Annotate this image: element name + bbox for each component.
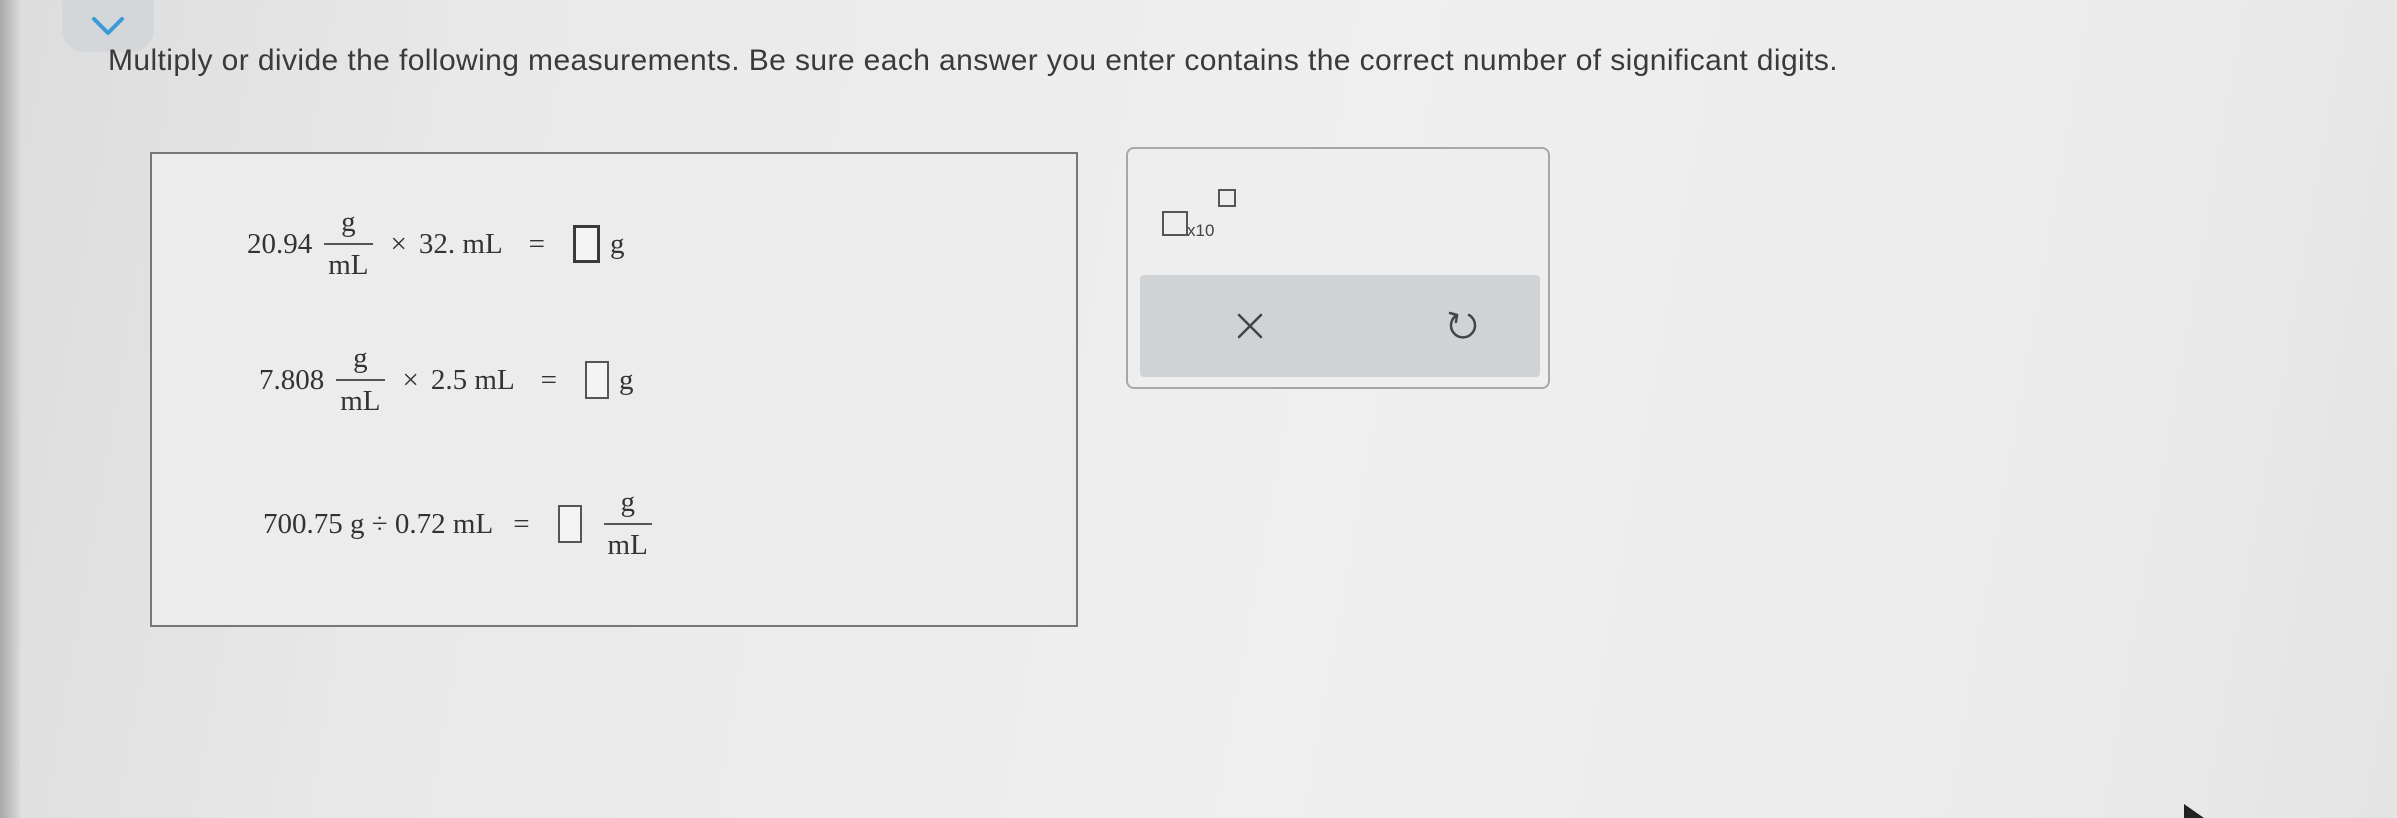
undo-button[interactable] <box>1438 301 1488 351</box>
undo-icon <box>1448 311 1477 339</box>
chevron-down-icon <box>92 17 124 35</box>
problem-2-equals: = <box>540 363 558 396</box>
problem-row-2: 7.808 g mL × 2.5 mL = g <box>259 324 634 436</box>
problem-1-unit-denominator: mL <box>324 243 373 282</box>
close-icon <box>1237 313 1263 339</box>
instruction-text: Multiply or divide the following measure… <box>108 44 1838 77</box>
problem-1-answer-unit: g <box>610 227 625 260</box>
clear-button[interactable] <box>1225 301 1275 351</box>
problem-2-unit-fraction: g mL <box>336 342 385 418</box>
problem-box: 20.94 g mL × 32. mL = g 7.808 g mL × 2.5… <box>150 152 1078 627</box>
problem-2-operator: × <box>402 363 419 396</box>
problem-row-1: 20.94 g mL × 32. mL = g <box>247 188 625 300</box>
problem-1-value: 20.94 <box>247 227 313 260</box>
problem-3-equals: = <box>513 507 530 540</box>
left-edge <box>0 0 20 818</box>
problem-3-answer-input[interactable] <box>557 505 582 543</box>
math-tool-panel: x10 <box>1126 147 1550 389</box>
problem-1-equals: = <box>528 227 546 260</box>
sci-exponent-box <box>1218 189 1236 207</box>
problem-2-unit-numerator: g <box>353 342 368 374</box>
sci-x10-label: x10 <box>1187 221 1215 240</box>
problem-1-unit-fraction: g mL <box>324 206 373 282</box>
problem-3-answer-unit-numerator: g <box>620 486 635 518</box>
problem-3-answer-unit-fraction: g mL <box>603 486 652 562</box>
problem-2-answer-input[interactable] <box>585 361 610 399</box>
scientific-notation-button[interactable]: x10 <box>1162 189 1242 240</box>
problem-2-answer-unit: g <box>619 363 634 396</box>
problem-3-answer-unit-denominator: mL <box>603 523 652 562</box>
problem-row-3: 700.75 g ÷ 0.72 mL = g mL <box>263 464 664 584</box>
problem-1-answer-input[interactable] <box>573 225 601 263</box>
problem-2-operand: 2.5 mL <box>430 363 515 396</box>
action-bar <box>1140 275 1540 377</box>
sci-base-box <box>1162 211 1188 236</box>
problem-1-operator: × <box>390 227 407 260</box>
problem-1-unit-numerator: g <box>341 206 356 238</box>
problem-1-operand: 32. mL <box>418 227 503 260</box>
problem-2-value: 7.808 <box>259 363 325 396</box>
problem-3-expression: 700.75 g ÷ 0.72 mL <box>263 507 494 540</box>
problem-2-unit-denominator: mL <box>336 379 385 418</box>
cursor-pointer <box>2184 804 2204 818</box>
